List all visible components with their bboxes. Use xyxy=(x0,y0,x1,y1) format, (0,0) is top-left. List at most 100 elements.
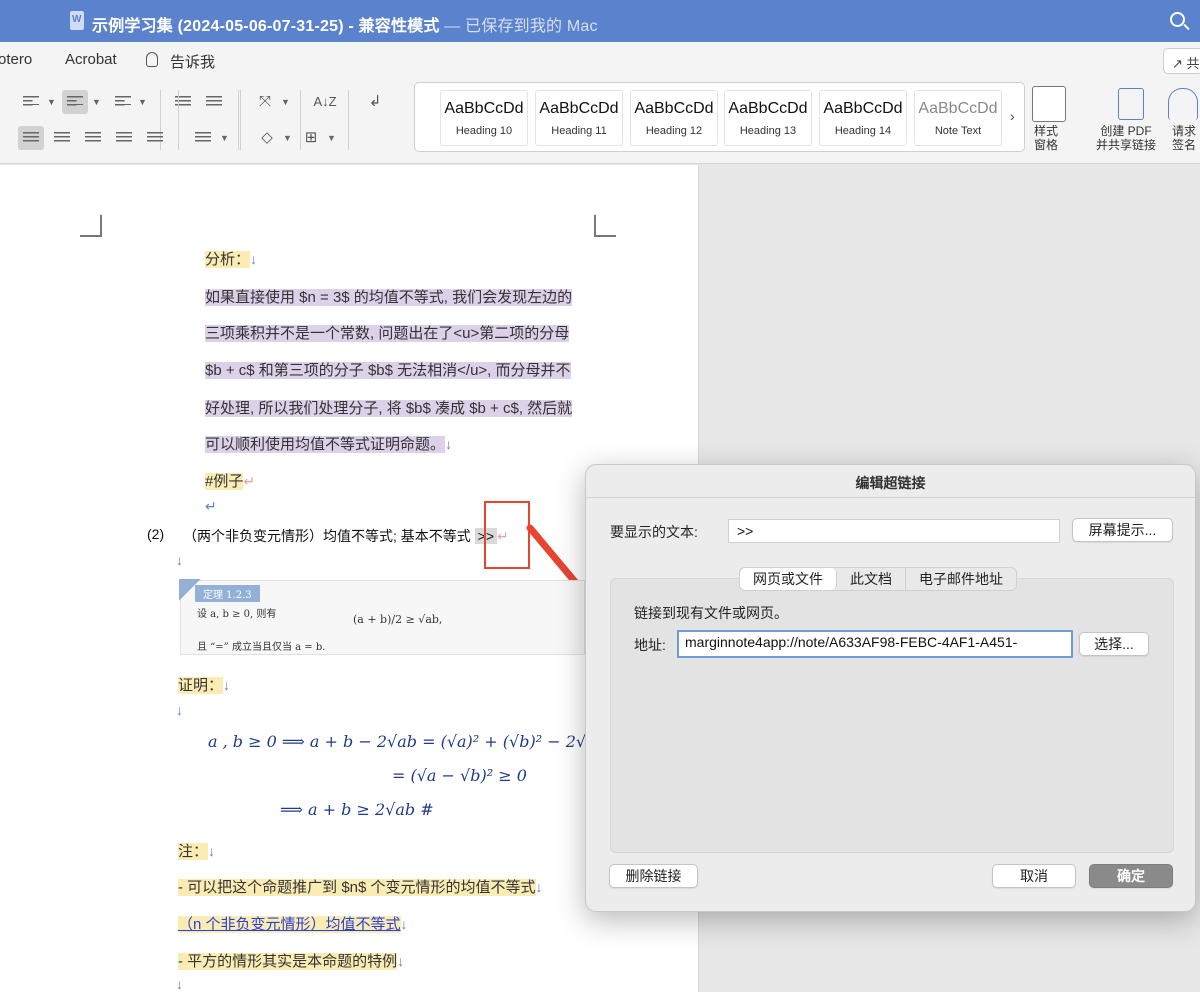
style-note-text[interactable]: AaBbCcDd Note Text xyxy=(914,90,1002,146)
display-text-input[interactable]: >> xyxy=(728,519,1060,543)
style-pane-icon[interactable] xyxy=(1032,86,1066,122)
paragraph-line[interactable]: 如果直接使用 $n = 3$ 的均值不等式, 我们会发现左边的 xyxy=(205,286,573,307)
tab-tell-me[interactable]: 告诉我 xyxy=(170,51,215,72)
chevron-down-icon[interactable]: ▼ xyxy=(283,133,292,143)
tab-zotero[interactable]: otero xyxy=(0,51,32,68)
justify-icon xyxy=(116,132,132,144)
style-pane-button[interactable]: 样式 窗格 xyxy=(1034,124,1058,152)
remove-link-button[interactable]: 删除链接 xyxy=(609,864,698,888)
align-center-button[interactable] xyxy=(49,126,75,150)
style-heading-11[interactable]: AaBbCcDd Heading 11 xyxy=(535,90,623,146)
analysis-label[interactable]: 分析：↓ xyxy=(205,248,257,269)
create-pdf-button[interactable]: 创建 PDF 并共享链接 xyxy=(1096,124,1156,152)
align-left-button[interactable] xyxy=(18,126,44,150)
window-title: 示例学习集 (2024-05-06-07-31-25) - 兼容性模式 — 已保… xyxy=(92,18,598,35)
request-signature-button[interactable]: 请求 签名 xyxy=(1172,124,1196,152)
numbered-list-icon xyxy=(67,96,83,108)
screen-tip-button[interactable]: 屏幕提示... xyxy=(1072,518,1173,542)
line-spacing-icon xyxy=(195,132,211,144)
align-right-button[interactable] xyxy=(80,126,106,150)
decrease-indent-button[interactable] xyxy=(170,90,196,114)
align-center-icon xyxy=(54,132,70,144)
bullets-button[interactable] xyxy=(18,90,44,114)
theorem-image[interactable]: 定理 1.2.3 设 a, b ≥ 0, 则有 (a + b)/2 ≥ √ab,… xyxy=(179,579,585,655)
tab-web-or-file[interactable]: 网页或文件 xyxy=(740,568,837,590)
paragraph-mark: ↓ xyxy=(176,976,183,992)
show-paragraph-marks-icon[interactable]: ↲ xyxy=(362,90,388,114)
ok-button[interactable]: 确定 xyxy=(1089,864,1173,888)
distributed-button[interactable] xyxy=(142,126,168,150)
theorem-formula: (a + b)/2 ≥ √ab, xyxy=(353,613,443,626)
crop-mark xyxy=(594,215,616,237)
dialog-title: 编辑超链接 xyxy=(855,475,926,491)
style-heading-13[interactable]: AaBbCcDd Heading 13 xyxy=(724,90,812,146)
pdf-icon[interactable] xyxy=(1118,88,1144,120)
theorem-condition: 且 “=” 成立当且仅当 a = b. xyxy=(197,642,326,653)
theorem-tag: 定理 1.2.3 xyxy=(195,585,260,602)
handwritten-proof-line: = (√a − √b)² ≥ 0 xyxy=(392,766,527,785)
distributed-icon xyxy=(147,132,163,144)
line-spacing-button[interactable] xyxy=(190,126,216,150)
tab-acrobat[interactable]: Acrobat xyxy=(65,51,117,68)
paragraph-line[interactable]: 好处理, 所以我们处理分子, 将 $b$ 凑成 $b + c$, 然后就 xyxy=(205,397,573,418)
ribbon-tab-bar: otero Acrobat 告诉我 xyxy=(0,42,1200,78)
note-line[interactable]: - 可以把这个命题推广到 $n$ 个变元情形的均值不等式↓ xyxy=(178,876,543,897)
justify-button[interactable] xyxy=(111,126,137,150)
align-right-icon xyxy=(85,132,101,144)
style-heading-12[interactable]: AaBbCcDd Heading 12 xyxy=(630,90,718,146)
paragraph-line[interactable]: $b + c$ 和第三项的分子 $b$ 无法相消</u>, 而分母并不 xyxy=(205,359,571,380)
address-label: 地址: xyxy=(634,637,666,653)
align-left-icon xyxy=(23,132,39,144)
chevron-down-icon[interactable]: ▼ xyxy=(92,97,101,107)
choose-button[interactable]: 选择... xyxy=(1079,632,1149,656)
signature-icon[interactable] xyxy=(1168,88,1198,120)
increase-indent-button[interactable] xyxy=(201,90,227,114)
address-input[interactable]: marginnote4app://note/A633AF98-FEBC-4AF1… xyxy=(677,630,1073,658)
note-label[interactable]: 注：↓ xyxy=(178,840,215,861)
sort-icon[interactable]: A↓Z xyxy=(312,90,338,114)
note-link[interactable]: （n 个非负变元情形）均值不等式↓ xyxy=(178,913,408,934)
share-button[interactable]: ↗ 共 xyxy=(1163,48,1200,74)
search-icon[interactable] xyxy=(1170,12,1185,27)
word-document-icon xyxy=(70,11,84,30)
proof-label[interactable]: 证明：↓ xyxy=(178,674,230,695)
paragraph-mark: ↓ xyxy=(176,702,183,718)
window-titlebar: 示例学习集 (2024-05-06-07-31-25) - 兼容性模式 — 已保… xyxy=(0,0,1200,42)
paragraph-mark: ↵ xyxy=(205,498,217,514)
style-heading-10[interactable]: AaBbCcDd Heading 10 xyxy=(440,90,528,146)
tab-email-address[interactable]: 电子邮件地址 xyxy=(906,568,1016,590)
chevron-down-icon[interactable]: ▼ xyxy=(327,133,336,143)
link-hint: 链接到现有文件或网页。 xyxy=(634,605,788,621)
multilevel-list-button[interactable] xyxy=(110,90,136,114)
paragraph-line[interactable]: 可以顺利使用均值不等式证明命题。↓ xyxy=(205,433,452,454)
shading-icon[interactable]: ◇ xyxy=(254,126,280,150)
multilevel-list-icon xyxy=(115,96,131,108)
bullet-list-icon xyxy=(23,96,39,108)
list-item-number: (2) xyxy=(147,526,165,542)
chevron-down-icon[interactable]: ▼ xyxy=(47,97,56,107)
lightbulb-icon xyxy=(146,52,158,67)
tab-this-document[interactable]: 此文档 xyxy=(837,568,906,590)
theorem-statement: 设 a, b ≥ 0, 则有 xyxy=(197,609,277,620)
text-direction-icon[interactable]: ⤧ xyxy=(252,90,278,114)
style-heading-14[interactable]: AaBbCcDd Heading 14 xyxy=(819,90,907,146)
display-text-label: 要显示的文本: xyxy=(610,524,698,540)
handwritten-proof-line: a , b ≥ 0 ⟹ a + b − 2√ab = (√a)² + (√b)²… xyxy=(208,732,622,751)
indent-icon xyxy=(206,96,222,108)
example-tag[interactable]: #例子↵ xyxy=(205,470,255,491)
styles-gallery: AaBbCcDd Heading 10 AaBbCcDd Heading 11 Aa… xyxy=(414,82,1025,152)
paragraph-mark: ↓ xyxy=(176,552,183,568)
note-line[interactable]: - 平方的情形其实是本命题的特例↓ xyxy=(178,950,404,971)
list-item-text[interactable]: （两个非负变元情形）均值不等式; 基本不等式 >> ↵ xyxy=(183,526,509,546)
paragraph-line[interactable]: 三项乘积并不是一个常数, 问题出在了<u>第二项的分母 xyxy=(205,322,570,343)
cancel-button[interactable]: 取消 xyxy=(992,864,1076,888)
borders-icon[interactable]: ⊞ xyxy=(298,126,324,150)
crop-mark xyxy=(80,215,102,237)
chevron-down-icon[interactable]: ▼ xyxy=(220,133,229,143)
handwritten-proof-line: ⟹ a + b ≥ 2√ab # xyxy=(280,800,434,819)
chevron-down-icon[interactable]: ▼ xyxy=(281,97,290,107)
numbering-button[interactable] xyxy=(62,90,88,114)
chevron-down-icon[interactable]: ▼ xyxy=(138,97,147,107)
chevron-right-icon[interactable]: › xyxy=(1010,108,1015,124)
link-type-tabs: 网页或文件 此文档 电子邮件地址 xyxy=(739,567,1017,591)
